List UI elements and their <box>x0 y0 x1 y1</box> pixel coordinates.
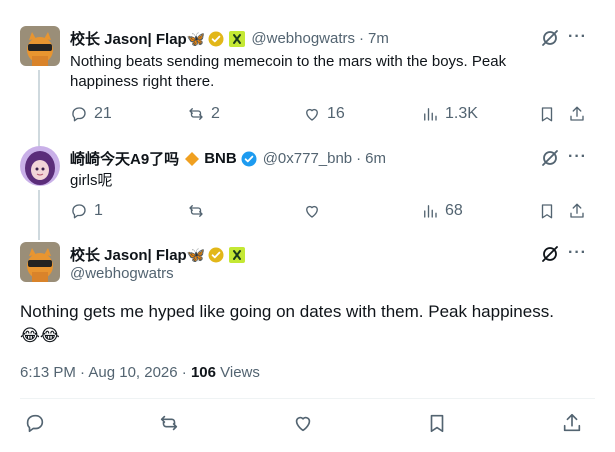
views-icon <box>424 205 437 218</box>
like-button[interactable] <box>303 202 321 220</box>
reply-button[interactable]: 1 <box>70 202 103 220</box>
heart-icon <box>306 205 318 218</box>
affiliate-badge-icon[interactable] <box>229 246 246 263</box>
share-icon <box>570 203 584 218</box>
bookmark-button[interactable] <box>538 202 556 220</box>
tweet-header: 崎崎今天A9了吗 BNB @0x777_bnb · 6m <box>70 148 386 169</box>
share-icon <box>570 106 584 121</box>
repost-icon <box>160 415 178 431</box>
repost-button[interactable] <box>158 412 180 434</box>
reply-icon <box>72 204 86 219</box>
display-name[interactable]: 校长 Jason| Flap🦋 <box>70 28 205 49</box>
views-count: 106 <box>190 364 216 381</box>
thread-line <box>38 190 40 240</box>
grok-icon[interactable] <box>540 28 560 48</box>
reply-count: 1 <box>94 202 103 219</box>
reply-icon <box>26 414 44 433</box>
display-name[interactable]: 崎崎今天A9了吗 <box>70 148 179 169</box>
more-icon[interactable]: ··· <box>568 148 587 166</box>
repost-count: 2 <box>211 105 220 122</box>
tweet-text: girls呢 <box>70 172 113 189</box>
bookmark-icon <box>541 204 553 219</box>
main-tweet-text: Nothing gets me hyped like going on date… <box>20 300 595 348</box>
grok-icon[interactable] <box>540 244 560 264</box>
bookmark-button[interactable] <box>538 105 556 123</box>
heart-icon <box>306 108 318 121</box>
views-button[interactable]: 68 <box>421 202 463 220</box>
reply-button[interactable]: 21 <box>70 105 112 123</box>
repost-icon <box>189 108 203 120</box>
brand-label: BNB <box>204 150 237 167</box>
handle[interactable]: @webhogwatrs <box>70 265 174 282</box>
tweet-header: 校长 Jason| Flap🦋 @webhogwatrs · 7m <box>70 28 389 49</box>
bookmark-icon <box>430 414 444 433</box>
avatar[interactable] <box>20 146 60 186</box>
divider <box>20 398 595 399</box>
thread-line <box>38 70 40 150</box>
tweet-meta: 6:13 PM · Aug 10, 2026 · 106 Views <box>20 364 260 381</box>
views-count: 1.3K <box>445 105 478 122</box>
timestamp[interactable]: 6m <box>365 150 386 167</box>
tweet-text: Nothing beats sending memecoin to the ma… <box>70 53 507 90</box>
repost-button[interactable] <box>187 202 205 220</box>
tweet-header: 校长 Jason| Flap🦋 <box>70 244 246 265</box>
like-button[interactable] <box>292 412 314 434</box>
separator: · <box>356 150 362 167</box>
handle[interactable]: @webhogwatrs <box>251 30 355 47</box>
verified-gold-icon <box>208 247 224 263</box>
bnb-diamond-icon <box>184 151 200 167</box>
share-button[interactable] <box>568 202 586 220</box>
reply-count: 21 <box>94 105 112 122</box>
affiliate-badge-icon[interactable] <box>229 30 246 47</box>
views-count: 68 <box>445 202 463 219</box>
avatar[interactable] <box>20 242 60 282</box>
views-label: Views <box>215 364 260 381</box>
emoji: 😂😂 <box>20 326 60 345</box>
handle[interactable]: @0x777_bnb <box>263 150 352 167</box>
bookmark-icon <box>541 107 553 122</box>
bookmark-button[interactable] <box>426 412 448 434</box>
share-icon <box>563 413 581 432</box>
heart-icon <box>295 416 311 432</box>
repost-button[interactable]: 2 <box>187 105 220 123</box>
reply-icon <box>72 107 86 122</box>
timestamp[interactable]: 7m <box>368 30 389 47</box>
more-icon[interactable]: ··· <box>568 244 587 262</box>
share-button[interactable] <box>561 412 583 434</box>
verified-blue-icon <box>241 151 257 167</box>
views-icon <box>424 108 437 121</box>
repost-icon <box>189 205 203 217</box>
avatar[interactable] <box>20 26 60 66</box>
views-button[interactable]: 1.3K <box>421 105 478 123</box>
like-button[interactable]: 16 <box>303 105 345 123</box>
share-button[interactable] <box>568 105 586 123</box>
grok-icon[interactable] <box>540 148 560 168</box>
handle-row: @webhogwatrs <box>70 265 174 282</box>
separator: · <box>359 30 365 47</box>
display-name[interactable]: 校长 Jason| Flap🦋 <box>70 244 205 265</box>
like-count: 16 <box>327 105 345 122</box>
more-icon[interactable]: ··· <box>568 28 587 46</box>
verified-gold-icon <box>208 31 224 47</box>
tweet-text: Nothing gets me hyped like going on date… <box>20 302 554 321</box>
reply-button[interactable] <box>24 412 46 434</box>
post-timestamp[interactable]: 6:13 PM · Aug 10, 2026 · <box>20 364 191 381</box>
